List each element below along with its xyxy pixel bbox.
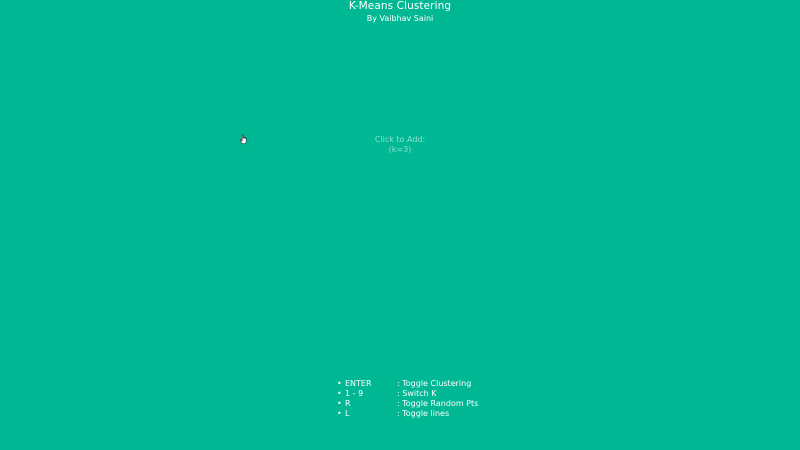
bullet: • xyxy=(337,379,342,388)
control-desc: : Toggle lines xyxy=(397,409,450,418)
control-desc: : Switch K xyxy=(397,389,437,398)
clustering-canvas[interactable] xyxy=(0,26,800,370)
control-key: 1 - 9 xyxy=(345,389,364,398)
page-subtitle: By Vaibhav Saini xyxy=(366,14,434,23)
control-key: ENTER xyxy=(345,379,372,388)
app-root: K-Means Clustering By Vaibhav Saini Clic… xyxy=(0,0,800,450)
page-title: K-Means Clustering xyxy=(348,0,452,12)
bullet: • xyxy=(337,389,342,398)
click-hint: Click to Add: (k=3) xyxy=(0,135,800,155)
control-desc: : Toggle Clustering xyxy=(397,379,472,388)
k-value-text: (k=3) xyxy=(388,145,412,154)
control-desc: : Toggle Random Pts xyxy=(397,399,479,408)
control-key: L xyxy=(345,409,350,418)
hand-pointer-icon xyxy=(239,134,247,145)
bullet: • xyxy=(337,399,342,408)
header: K-Means Clustering By Vaibhav Saini xyxy=(0,0,800,24)
bullet: • xyxy=(337,409,342,418)
click-hint-text: Click to Add: xyxy=(374,135,426,144)
control-key: R xyxy=(345,399,351,408)
